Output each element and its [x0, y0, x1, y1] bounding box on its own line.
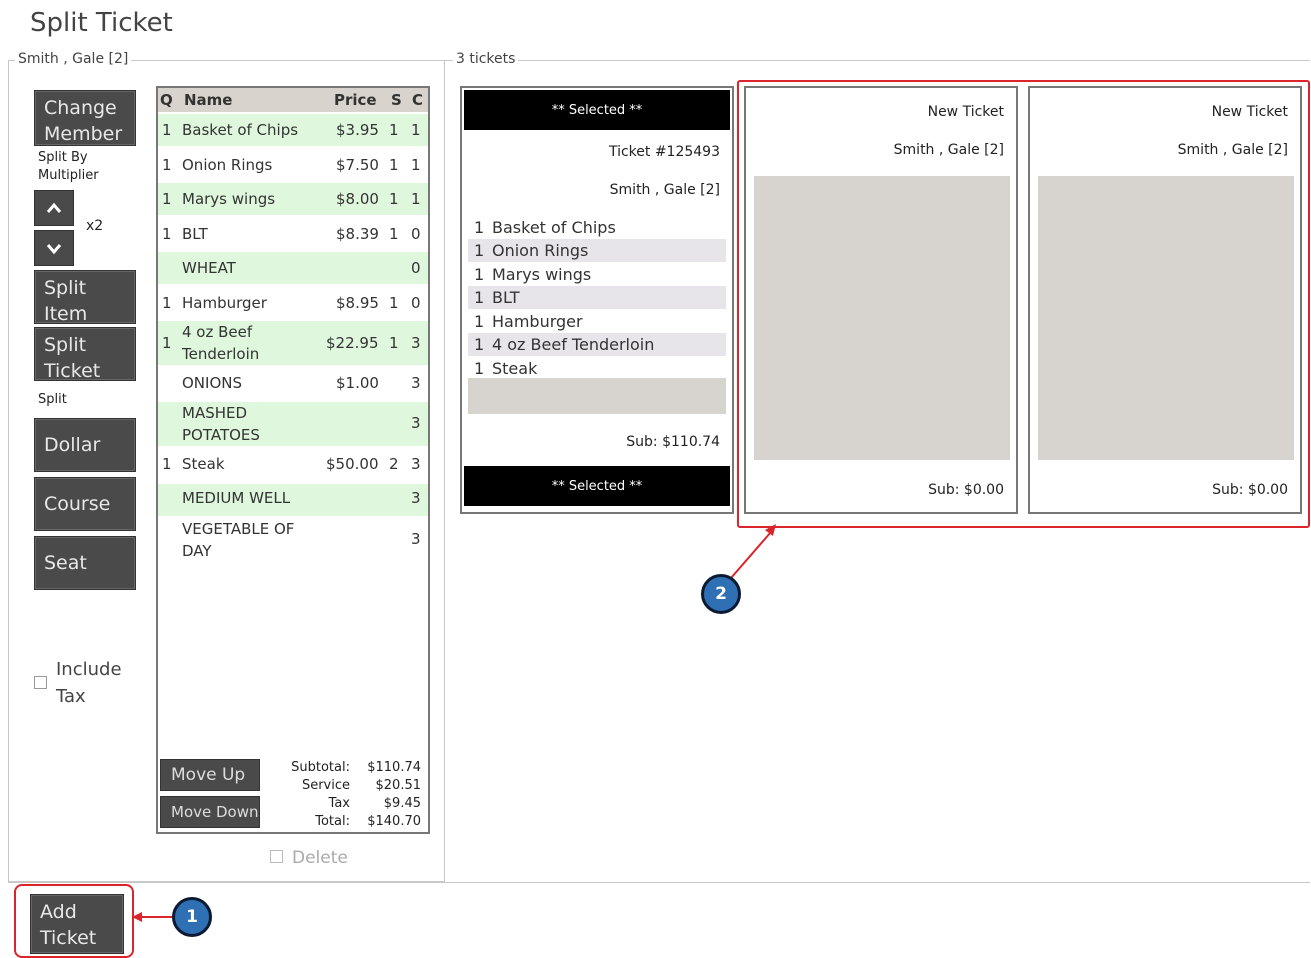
- callout-badge-2: 2: [701, 574, 741, 614]
- callout-badge-1: 1: [172, 897, 212, 937]
- annotation-arrows: [132, 524, 776, 922]
- arrow-head-icon: [132, 912, 142, 922]
- arrow-head-icon: [765, 524, 776, 536]
- arrow-2: [730, 531, 772, 579]
